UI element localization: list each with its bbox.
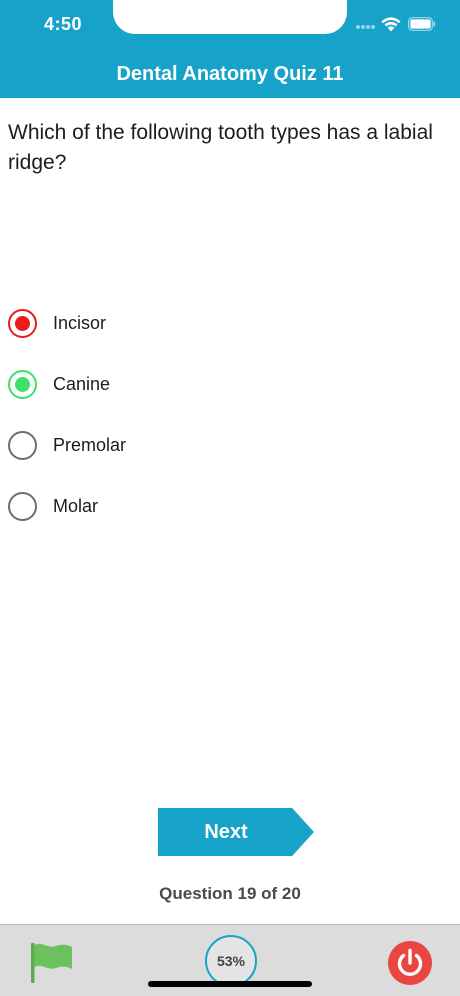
header: 4:50 Dental Anatomy Quiz 11 bbox=[0, 0, 460, 98]
option-incisor[interactable]: Incisor bbox=[8, 303, 308, 343]
option-premolar[interactable]: Premolar bbox=[8, 425, 308, 465]
status-time: 4:50 bbox=[44, 14, 83, 34]
score-percent: 53% bbox=[205, 935, 257, 987]
wifi-icon bbox=[381, 17, 401, 32]
option-label: Incisor bbox=[53, 312, 107, 333]
flag-icon[interactable] bbox=[28, 939, 76, 985]
next-button[interactable]: Next bbox=[158, 808, 314, 856]
battery-icon bbox=[408, 17, 436, 31]
radio-selected-correct-icon[interactable] bbox=[8, 369, 37, 399]
quit-button[interactable] bbox=[388, 941, 432, 985]
option-molar[interactable]: Molar bbox=[8, 486, 308, 526]
power-icon bbox=[397, 948, 423, 976]
question-text: Which of the following tooth types has a… bbox=[8, 121, 433, 174]
option-label: Canine bbox=[53, 373, 111, 394]
quiz-screen: 4:50 Dental Anatomy Quiz 11 Which of the… bbox=[0, 0, 460, 996]
radio-selected-wrong-icon[interactable] bbox=[8, 308, 37, 338]
notch bbox=[113, 0, 347, 34]
page-title: Dental Anatomy Quiz 11 bbox=[116, 63, 344, 85]
radio-unselected-icon[interactable] bbox=[8, 430, 37, 460]
question-progress: Question 19 of 20 bbox=[159, 884, 301, 903]
cellular-signal-icon bbox=[356, 25, 378, 31]
home-indicator[interactable] bbox=[148, 981, 312, 987]
option-label: Premolar bbox=[53, 434, 127, 455]
radio-unselected-icon[interactable] bbox=[8, 491, 37, 521]
option-canine[interactable]: Canine bbox=[8, 364, 308, 404]
option-label: Molar bbox=[53, 495, 99, 516]
